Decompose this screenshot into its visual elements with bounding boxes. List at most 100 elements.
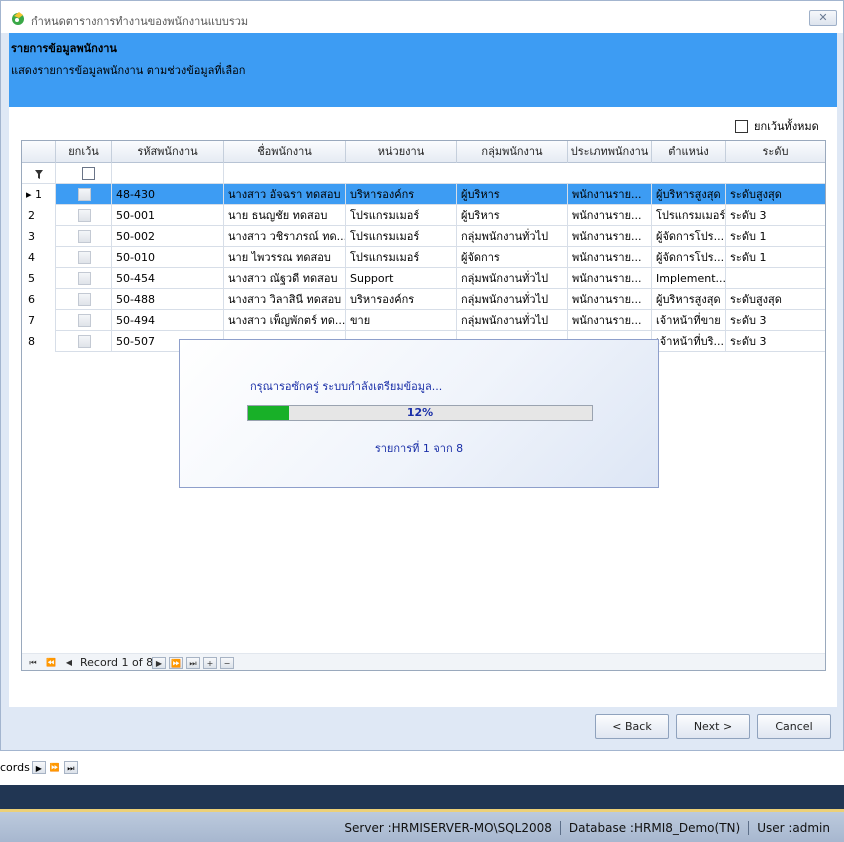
level-cell: ระดับ 1	[730, 230, 767, 243]
name-cell: นางสาว ณัฐวดี ทดสอบ	[224, 268, 346, 289]
name-cell: นาย ไพวรรณ ทดสอบ	[224, 247, 346, 268]
table-row[interactable]: 7 50-494 นางสาว เพ็ญพักตร์ ทด... ขาย กลุ่มพน…	[22, 310, 825, 331]
status-bar: Server :HRMISERVER-MO\SQL2008 Database :…	[0, 812, 844, 842]
row-indicator: 4	[22, 247, 56, 268]
level-cell: ระดับ 3	[730, 314, 767, 327]
department-cell: โปรแกรมเมอร์	[346, 205, 457, 226]
department-cell: บริหารองค์กร	[346, 289, 457, 310]
background-record-navigator: cords ▶ ⏩ ⏭	[0, 760, 78, 774]
bg-last-record-icon[interactable]: ⏭	[63, 760, 78, 774]
first-record-icon[interactable]: ⏮	[26, 657, 40, 669]
progress-percent: 12%	[406, 406, 434, 419]
progress-record-text: รายการที่ 1 จาก 8	[374, 442, 464, 455]
position-cell: เจ้าหน้าที่ขาย	[652, 310, 726, 331]
column-header-exclude[interactable]: ยกเว้น	[56, 141, 112, 163]
exclude-cell[interactable]	[56, 331, 112, 352]
exclude-cell[interactable]	[56, 310, 112, 331]
app-band	[0, 785, 844, 809]
add-record-icon[interactable]: +	[203, 657, 217, 669]
column-header-level[interactable]: ระดับ	[726, 141, 825, 163]
last-record-icon[interactable]: ⏭	[186, 657, 200, 669]
filter-code-cell[interactable]	[112, 163, 224, 184]
level-cell: ระดับสูงสุด	[730, 293, 782, 306]
close-button[interactable]: ✕	[809, 10, 837, 26]
exclude-cell[interactable]	[56, 268, 112, 289]
position-cell: โปรแกรมเมอร์	[652, 205, 726, 226]
row-indicator: 5	[22, 268, 56, 289]
next-button[interactable]: Next >	[676, 714, 750, 739]
row-indicator: 2	[22, 205, 56, 226]
exclude-checkbox[interactable]	[78, 188, 91, 201]
table-row[interactable]: 6 50-488 นางสาว วิลาสินี ทดสอบ บริหารองค์กร…	[22, 289, 825, 310]
type-cell: พนักงานราย...	[568, 226, 652, 247]
back-button[interactable]: < Back	[595, 714, 669, 739]
remove-record-icon[interactable]: −	[220, 657, 234, 669]
filter-exclude-cell[interactable]	[56, 163, 112, 184]
name-cell: นางสาว อัจฉรา ทดสอบ	[224, 184, 346, 205]
cancel-button[interactable]: Cancel	[757, 714, 831, 739]
progress-message: กรุณารอซักครู่ ระบบกำลังเตรียมข้อมูล...	[250, 380, 443, 393]
department-cell: บริหารองค์กร	[346, 184, 457, 205]
code-cell: 50-494	[112, 310, 224, 331]
table-row[interactable]: 5 50-454 นางสาว ณัฐวดี ทดสอบ Support กลุ่มพน…	[22, 268, 825, 289]
table-row[interactable]: 2 50-001 นาย ธนญชัย ทดสอบ โปรแกรมเมอร์ ผู้บร…	[22, 205, 825, 226]
group-cell: กลุ่มพนักงานทั่วไป	[457, 226, 568, 247]
department-cell: โปรแกรมเมอร์	[346, 247, 457, 268]
next-record-icon[interactable]: ▶	[152, 657, 166, 669]
exclude-cell[interactable]	[56, 289, 112, 310]
table-row[interactable]: 3 50-002 นางสาว วชิราภรณ์ ทด... โปรแกรมเมอร…	[22, 226, 825, 247]
filter-checkbox[interactable]	[82, 167, 95, 180]
exclude-cell[interactable]	[56, 184, 112, 205]
filter-rest-cell[interactable]	[224, 163, 825, 184]
column-header-type[interactable]: ประเภทพนักงาน	[568, 141, 652, 163]
group-cell: กลุ่มพนักงานทั่วไป	[457, 268, 568, 289]
type-cell: พนักงานราย...	[568, 247, 652, 268]
level-cell: ระดับสูงสุด	[730, 188, 782, 201]
background-area	[0, 751, 844, 785]
progress-bar: 12%	[247, 405, 593, 421]
grid-filter-row	[22, 163, 825, 184]
position-cell: Implement...	[652, 268, 726, 289]
code-cell: 50-488	[112, 289, 224, 310]
prev-page-icon[interactable]: ⏪	[44, 657, 58, 669]
department-cell: Support	[346, 268, 457, 289]
exclude-checkbox[interactable]	[78, 251, 91, 264]
exclude-checkbox[interactable]	[78, 209, 91, 222]
exclude-checkbox[interactable]	[78, 230, 91, 243]
type-cell: พนักงานราย...	[568, 289, 652, 310]
exclude-checkbox[interactable]	[78, 335, 91, 348]
column-header-name[interactable]: ชื่อพนักงาน	[224, 141, 346, 163]
row-indicator: ▸ 1	[22, 184, 56, 205]
header-banner: รายการข้อมูลพนักงาน แสดงรายการข้อมูลพนัก…	[9, 33, 837, 107]
level-cell: ระดับ 3	[730, 209, 767, 222]
table-row[interactable]: 4 50-010 นาย ไพวรรณ ทดสอบ โปรแกรมเมอร์ ผู้จั…	[22, 247, 825, 268]
level-cell: ระดับ 3	[730, 335, 767, 348]
exclude-checkbox[interactable]	[78, 293, 91, 306]
exclude-checkbox[interactable]	[78, 314, 91, 327]
code-cell: 50-002	[112, 226, 224, 247]
level-cell	[726, 268, 825, 289]
exclude-all-checkbox[interactable]: ยกเว้นทั้งหมด	[735, 117, 819, 135]
exclude-checkbox[interactable]	[78, 272, 91, 285]
checkbox-box[interactable]	[735, 119, 748, 133]
filter-icon	[22, 163, 56, 184]
exclude-cell[interactable]	[56, 247, 112, 268]
code-cell: 48-430	[112, 184, 224, 205]
group-cell: ผู้จัดการ	[457, 247, 568, 268]
column-header-group[interactable]: กลุ่มพนักงาน	[457, 141, 568, 163]
exclude-cell[interactable]	[56, 205, 112, 226]
column-header-position[interactable]: ตำแหน่ง	[652, 141, 726, 163]
group-cell: ผู้บริหาร	[457, 184, 568, 205]
prev-record-icon[interactable]: ◀	[62, 657, 76, 669]
banner-description: แสดงรายการข้อมูลพนักงาน ตามช่วงข้อมูลที่…	[11, 64, 246, 77]
status-server: Server :HRMISERVER-MO\SQL2008	[344, 821, 552, 835]
table-row[interactable]: ▸ 1 48-430 นางสาว อัจฉรา ทดสอบ บริหารองค์กร…	[22, 184, 825, 205]
bg-next-record-icon[interactable]: ▶	[31, 760, 46, 774]
bg-next-page-icon[interactable]: ⏩	[48, 761, 62, 774]
next-page-icon[interactable]: ⏩	[169, 657, 183, 669]
group-cell: กลุ่มพนักงานทั่วไป	[457, 289, 568, 310]
row-indicator: 3	[22, 226, 56, 247]
exclude-cell[interactable]	[56, 226, 112, 247]
column-header-code[interactable]: รหัสพนักงาน	[112, 141, 224, 163]
column-header-department[interactable]: หน่วยงาน	[346, 141, 457, 163]
